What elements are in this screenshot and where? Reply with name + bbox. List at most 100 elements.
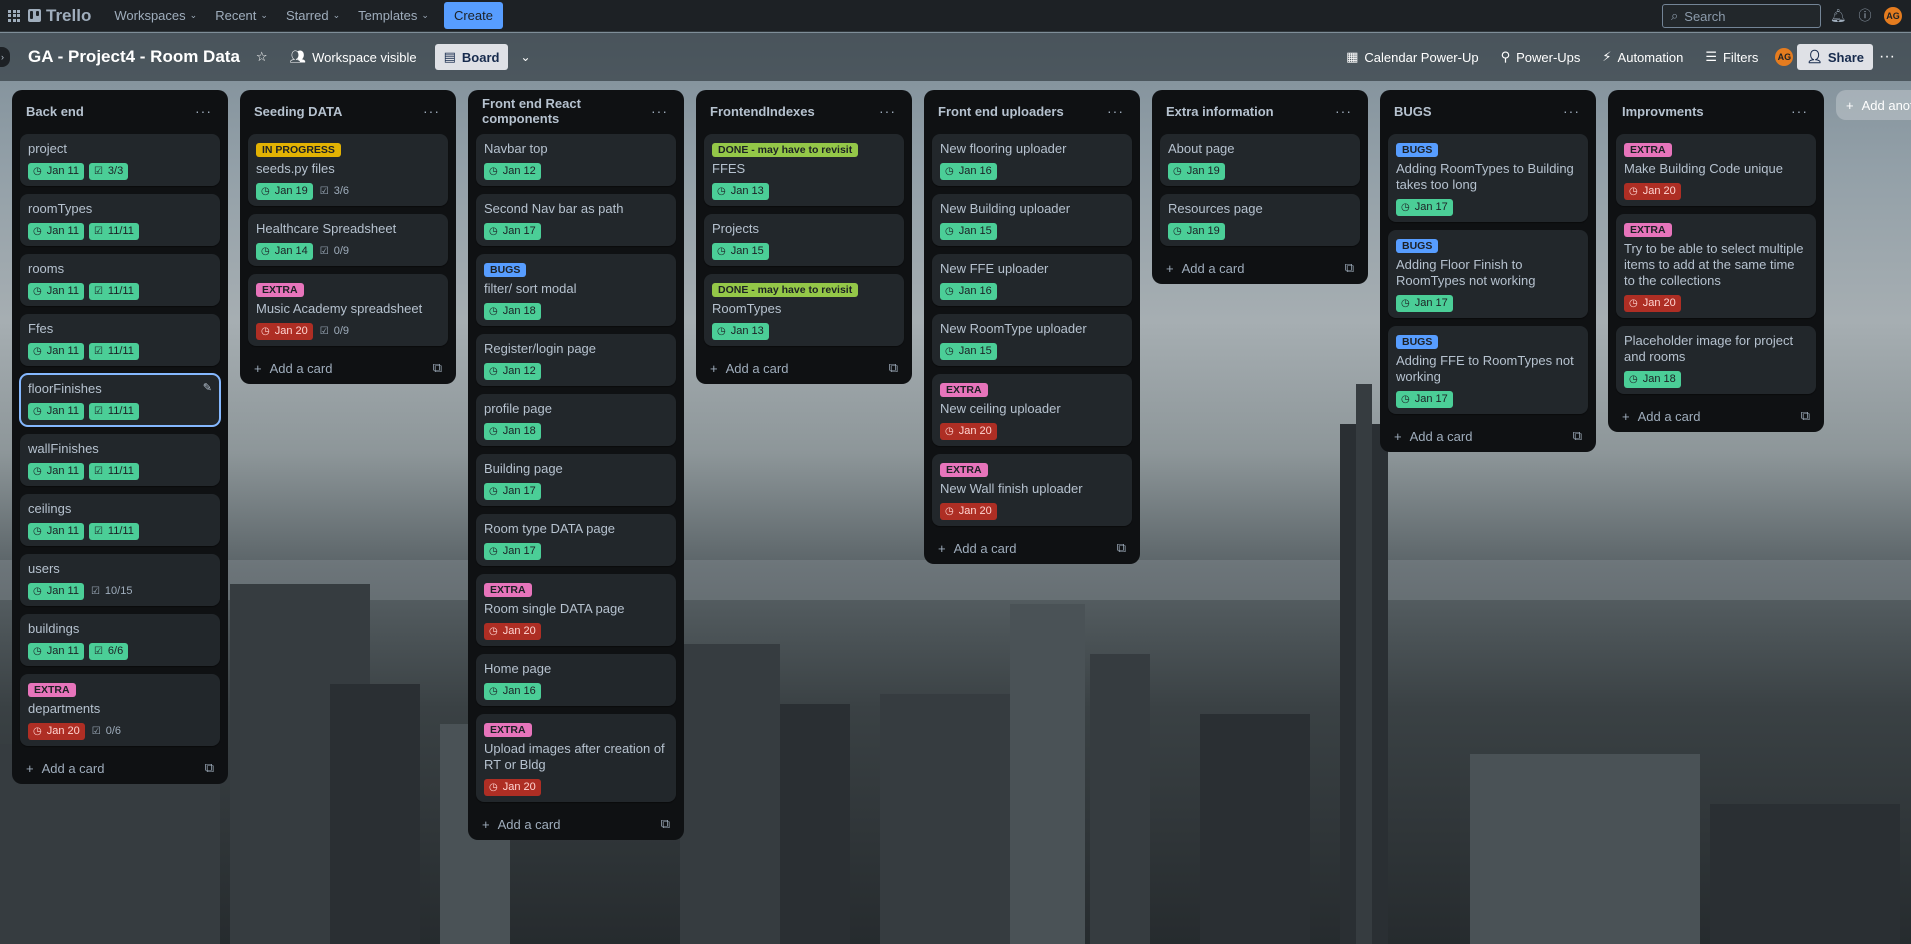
visibility-button[interactable]: 👥︎ Workspace visible xyxy=(290,49,417,65)
card-label[interactable]: BUGS xyxy=(1396,143,1439,157)
notifications-bell-icon[interactable]: 🔔︎ xyxy=(1830,8,1847,24)
due-date-badge[interactable]: ◷ Jan 20 xyxy=(1624,295,1681,312)
board-view-button[interactable]: ▤ Board xyxy=(434,44,509,70)
filters-button[interactable]: ☰ Filters xyxy=(1694,49,1769,65)
due-date-badge[interactable]: ◷ Jan 20 xyxy=(1624,183,1681,200)
due-date-badge[interactable]: ◷ Jan 11 xyxy=(28,463,84,480)
card[interactable]: rooms ◷ Jan 11 ☑ 11/11 xyxy=(20,254,220,306)
list-title[interactable]: Front end React components xyxy=(482,96,651,126)
due-date-badge[interactable]: ◷ Jan 20 xyxy=(940,503,997,520)
card[interactable]: DONE - may have to revisit RoomTypes ◷ Jan … xyxy=(704,274,904,346)
card[interactable]: BUGS Adding FFE to RoomTypes not working ◷… xyxy=(1388,326,1588,414)
card[interactable]: DONE - may have to revisit FFES ◷ Jan 13 xyxy=(704,134,904,206)
card[interactable]: Projects ◷ Jan 15 xyxy=(704,214,904,266)
due-date-badge[interactable]: ◷ Jan 17 xyxy=(1396,295,1453,312)
trello-logo[interactable]: Trello xyxy=(28,6,91,26)
board-title[interactable]: GA - Project4 - Room Data xyxy=(28,47,240,67)
edit-pencil-icon[interactable]: ✎ xyxy=(203,381,212,394)
due-date-badge[interactable]: ◷ Jan 19 xyxy=(256,183,313,200)
card-label[interactable]: EXTRA xyxy=(940,383,988,397)
card[interactable]: Healthcare Spreadsheet ◷ Jan 14 ☑ 0/9 xyxy=(248,214,448,266)
due-date-badge[interactable]: ◷ Jan 19 xyxy=(1168,223,1225,240)
member-avatar[interactable]: AG xyxy=(1775,48,1794,66)
star-board-icon[interactable]: ☆ xyxy=(256,49,268,65)
card[interactable]: Home page ◷ Jan 16 xyxy=(476,654,676,706)
due-date-badge[interactable]: ◷ Jan 20 xyxy=(484,779,541,796)
power-ups-button[interactable]: ⚲ Power-Ups xyxy=(1490,49,1592,65)
due-date-badge[interactable]: ◷ Jan 14 xyxy=(256,243,313,260)
card[interactable]: Register/login page ◷ Jan 12 xyxy=(476,334,676,386)
due-date-badge[interactable]: ◷ Jan 20 xyxy=(940,423,997,440)
create-from-template-icon[interactable]: ⧉ xyxy=(1117,540,1126,556)
due-date-badge[interactable]: ◷ Jan 18 xyxy=(484,423,541,440)
due-date-badge[interactable]: ◷ Jan 11 xyxy=(28,223,84,240)
card[interactable]: Resources page ◷ Jan 19 xyxy=(1160,194,1360,246)
due-date-badge[interactable]: ◷ Jan 12 xyxy=(484,163,541,180)
due-date-badge[interactable]: ◷ Jan 20 xyxy=(256,323,313,340)
due-date-badge[interactable]: ◷ Jan 17 xyxy=(484,543,541,560)
recent-menu[interactable]: Recent ⌄ xyxy=(206,2,277,29)
add-card-button[interactable]: + Add a card xyxy=(482,817,560,832)
list-header[interactable]: BUGS ··· xyxy=(1388,96,1588,126)
list-title[interactable]: Extra information xyxy=(1166,104,1274,119)
card[interactable]: Room type DATA page ◷ Jan 17 xyxy=(476,514,676,566)
list-header[interactable]: Front end React components ··· xyxy=(476,96,676,126)
card-label[interactable]: EXTRA xyxy=(28,683,76,697)
due-date-badge[interactable]: ◷ Jan 17 xyxy=(484,223,541,240)
due-date-badge[interactable]: ◷ Jan 11 xyxy=(28,583,84,600)
card[interactable]: IN PROGRESS seeds.py files ◷ Jan 19 ☑ 3/6 xyxy=(248,134,448,206)
card-label[interactable]: DONE - may have to revisit xyxy=(712,283,859,297)
due-date-badge[interactable]: ◷ Jan 15 xyxy=(712,243,769,260)
due-date-badge[interactable]: ◷ Jan 15 xyxy=(940,223,997,240)
card-label[interactable]: IN PROGRESS xyxy=(256,143,341,157)
starred-menu[interactable]: Starred ⌄ xyxy=(277,2,349,29)
create-from-template-icon[interactable]: ⧉ xyxy=(889,360,898,376)
card-label[interactable]: EXTRA xyxy=(1624,223,1672,237)
card[interactable]: About page ◷ Jan 19 xyxy=(1160,134,1360,186)
card[interactable]: EXTRA New ceiling uploader ◷ Jan 20 xyxy=(932,374,1132,446)
card-label[interactable]: EXTRA xyxy=(940,463,988,477)
card[interactable]: New flooring uploader ◷ Jan 16 xyxy=(932,134,1132,186)
workspaces-menu[interactable]: Workspaces ⌄ xyxy=(105,2,206,29)
due-date-badge[interactable]: ◷ Jan 11 xyxy=(28,403,84,420)
create-from-template-icon[interactable]: ⧉ xyxy=(433,360,442,376)
due-date-badge[interactable]: ◷ Jan 11 xyxy=(28,643,84,660)
card[interactable]: EXTRA Try to be able to select multiple i… xyxy=(1616,214,1816,318)
card[interactable]: buildings ◷ Jan 11 ☑ 6/6 xyxy=(20,614,220,666)
views-chevron-icon[interactable]: ⌄ xyxy=(520,50,530,64)
add-card-button[interactable]: + Add a card xyxy=(710,361,788,376)
card[interactable]: BUGS Adding Floor Finish to RoomTypes not… xyxy=(1388,230,1588,318)
search-input[interactable]: ⌕ Search xyxy=(1662,4,1821,28)
list-header[interactable]: Seeding DATA ··· xyxy=(248,96,448,126)
card[interactable]: EXTRA Upload images after creation of RT … xyxy=(476,714,676,802)
card[interactable]: EXTRA Make Building Code unique ◷ Jan 20 xyxy=(1616,134,1816,206)
list-header[interactable]: Back end ··· xyxy=(20,96,220,126)
templates-menu[interactable]: Templates ⌄ xyxy=(349,2,438,29)
card-label[interactable]: BUGS xyxy=(484,263,527,277)
create-from-template-icon[interactable]: ⧉ xyxy=(1801,408,1810,424)
due-date-badge[interactable]: ◷ Jan 20 xyxy=(484,623,541,640)
create-from-template-icon[interactable]: ⧉ xyxy=(1573,428,1582,444)
card[interactable]: New FFE uploader ◷ Jan 16 xyxy=(932,254,1132,306)
list-title[interactable]: BUGS xyxy=(1394,104,1432,119)
list-menu-icon[interactable]: ··· xyxy=(195,103,212,119)
list-menu-icon[interactable]: ··· xyxy=(651,103,668,119)
card[interactable]: Second Nav bar as path ◷ Jan 17 xyxy=(476,194,676,246)
list-menu-icon[interactable]: ··· xyxy=(423,103,440,119)
add-card-button[interactable]: + Add a card xyxy=(254,361,332,376)
list-menu-icon[interactable]: ··· xyxy=(1791,103,1808,119)
due-date-badge[interactable]: ◷ Jan 17 xyxy=(484,483,541,500)
due-date-badge[interactable]: ◷ Jan 18 xyxy=(1624,371,1681,388)
list-title[interactable]: Improvments xyxy=(1622,104,1704,119)
list-menu-icon[interactable]: ··· xyxy=(879,103,896,119)
list-title[interactable]: Front end uploaders xyxy=(938,104,1064,119)
due-date-badge[interactable]: ◷ Jan 12 xyxy=(484,363,541,380)
due-date-badge[interactable]: ◷ Jan 11 xyxy=(28,163,84,180)
user-avatar[interactable]: AG xyxy=(1884,7,1902,25)
due-date-badge[interactable]: ◷ Jan 17 xyxy=(1396,199,1453,216)
add-card-button[interactable]: + Add a card xyxy=(1394,429,1472,444)
card[interactable]: roomTypes ◷ Jan 11 ☑ 11/11 xyxy=(20,194,220,246)
list-header[interactable]: Extra information ··· xyxy=(1160,96,1360,126)
list-menu-icon[interactable]: ··· xyxy=(1563,103,1580,119)
due-date-badge[interactable]: ◷ Jan 11 xyxy=(28,523,84,540)
